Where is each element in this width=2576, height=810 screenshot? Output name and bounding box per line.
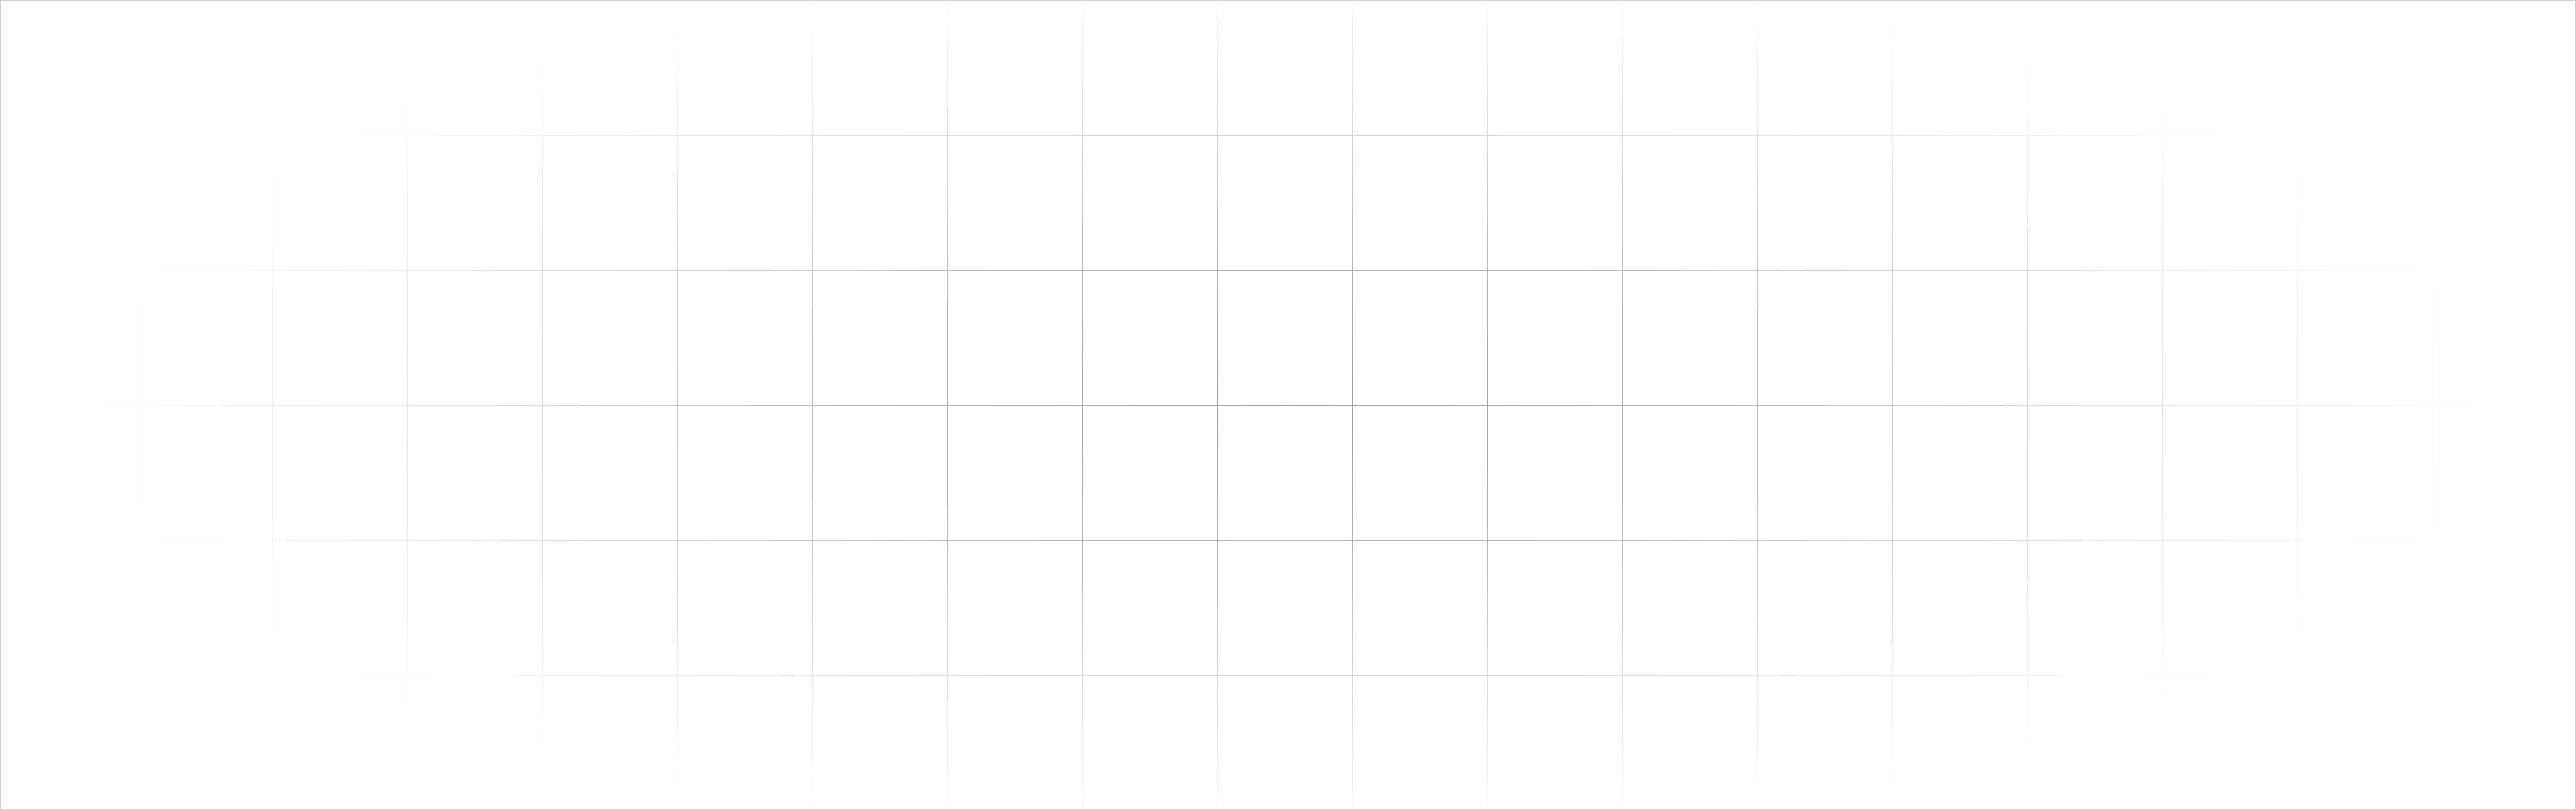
background-grid [1,1,2575,809]
blank-canvas [0,0,2576,810]
grid-lines [1,1,2575,809]
